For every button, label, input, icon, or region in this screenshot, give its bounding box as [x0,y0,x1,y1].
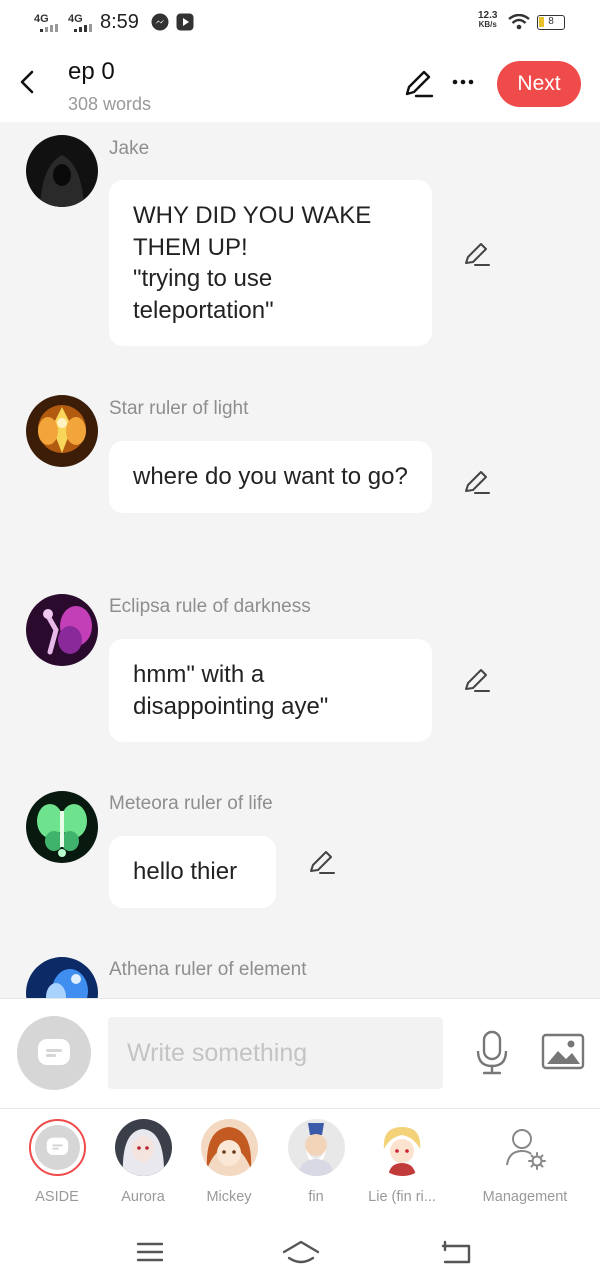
speed-value: 12.3 [478,10,498,21]
edit-message-icon[interactable] [462,665,492,695]
home-icon[interactable] [281,1236,321,1268]
aside-bubble-icon [38,1039,70,1065]
character-name: Management [482,1189,568,1205]
character-name: ASIDE [35,1189,79,1205]
clock: 8:59 [100,11,139,33]
message-bubble[interactable]: where do you want to go? [109,441,432,513]
avatar[interactable] [26,395,98,467]
system-nav-bar [0,1216,600,1287]
avatar [287,1119,345,1176]
message-bubble[interactable]: hmm" with a disappointing aye" [109,639,432,742]
management-icon [505,1129,546,1170]
aside-bubble-icon [46,1137,68,1155]
microphone-icon[interactable] [472,1029,512,1077]
edit-message-icon[interactable] [462,467,492,497]
signal-icon-2 [74,24,92,32]
sender-name: Meteora ruler of life [109,793,273,814]
character-mickey[interactable]: Mickey [179,1119,279,1205]
chat-area[interactable]: Jake WHY DID YOU WAKE THEM UP! "trying t… [0,122,600,998]
edit-message-icon[interactable] [462,239,492,269]
sender-name: Eclipsa rule of darkness [109,596,311,617]
character-fin[interactable]: fin [266,1119,366,1205]
more-dots-icon[interactable] [446,66,480,102]
character-aurora[interactable]: Aurora [93,1119,193,1205]
avatar[interactable] [26,135,98,207]
avatar [114,1119,172,1176]
battery-icon: 8 [537,15,565,30]
avatar [28,1119,86,1176]
character-name: fin [308,1189,324,1205]
pencil-icon[interactable] [400,66,436,102]
wifi-icon [508,14,530,30]
play-icon [176,13,194,31]
episode-title: ep 0 [68,58,115,85]
signal-icon [40,24,58,32]
character-name: Lie (fin ri... [368,1189,436,1205]
network-speed: 12.3 KB/s [478,10,498,30]
edit-message-icon[interactable] [307,847,337,877]
next-button[interactable]: Next [497,61,581,107]
sender-name: Star ruler of light [109,398,249,419]
message-bubble[interactable]: hello thier [109,836,276,908]
menu-icon[interactable] [130,1236,170,1268]
messenger-icon [151,13,169,31]
character-aside[interactable]: ASIDE [7,1119,107,1205]
status-bar: 4G 4G 8:59 12.3 KB/s 8 [0,0,600,44]
message-bubble[interactable]: WHY DID YOU WAKE THEM UP! "trying to use… [109,180,432,346]
avatar[interactable] [26,594,98,666]
avatar [200,1119,258,1176]
back-arrow-icon[interactable] [14,66,42,98]
character-name: Mickey [206,1189,252,1205]
message-input[interactable] [108,1017,443,1089]
character-name: Aurora [121,1189,165,1205]
avatar[interactable] [26,791,98,863]
aside-toggle-button[interactable] [17,1016,91,1090]
sender-name: Athena ruler of element [109,959,307,980]
message-composer [0,998,600,1108]
character-bar: ASIDE Aurora Mickey fin Lie (fin ri... M… [0,1108,600,1216]
image-icon[interactable] [541,1032,585,1072]
sender-name: Jake [109,138,150,159]
avatar [373,1119,431,1176]
avatar[interactable] [26,957,98,998]
character-lie[interactable]: Lie (fin ri... [352,1119,452,1205]
back-icon[interactable] [437,1236,477,1268]
editor-header: ep 0 308 words Next [0,44,600,122]
speed-unit: KB/s [478,20,497,29]
word-count: 308 words [68,94,152,114]
character-management[interactable]: Management [475,1119,575,1205]
